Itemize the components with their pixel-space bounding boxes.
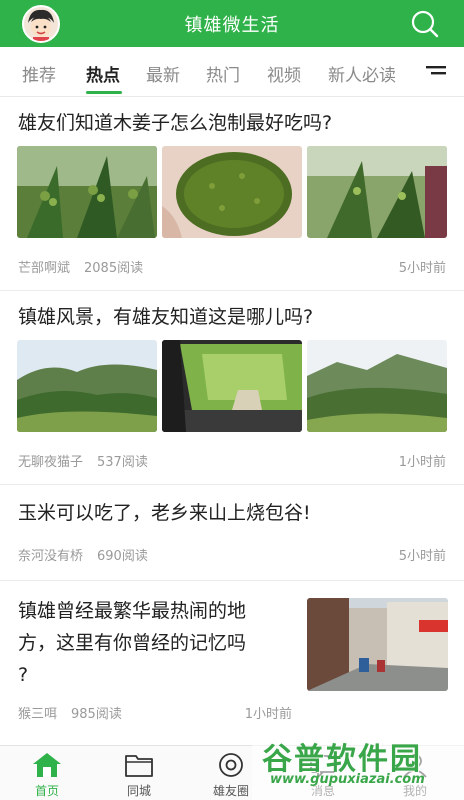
article-time: 1小时前	[244, 707, 292, 722]
nav-home[interactable]: 首页	[12, 752, 82, 799]
article-card[interactable]: 雄友们知道木姜子怎么泡制最好吃吗? 芒部啊斌 2085阅读 5小时前	[0, 97, 464, 291]
article-image[interactable]	[307, 340, 447, 432]
article-meta: 芒部啊斌 2085阅读 5小时前	[18, 257, 446, 276]
article-time: 5小时前	[398, 549, 446, 564]
nav-label: 同城	[126, 784, 151, 798]
watermark-url: www.gupuxiazai.com	[270, 772, 425, 787]
article-meta: 奈河没有桥 690阅读 5小时前	[18, 545, 446, 564]
article-image[interactable]	[307, 598, 448, 691]
article-thumbnails	[17, 146, 448, 238]
search-icon[interactable]	[410, 9, 440, 39]
article-view-count: 985阅读	[71, 707, 122, 722]
tab-newcomer-guide[interactable]: 新人必读	[328, 61, 396, 86]
tab-recommend[interactable]: 推荐	[22, 61, 56, 86]
tab-latest[interactable]: 最新	[146, 61, 180, 86]
article-author: 芒部啊斌	[18, 261, 71, 276]
article-time: 1小时前	[398, 455, 446, 470]
article-title[interactable]: 镇雄曾经最繁华最热闹的地 方，这里有你曾经的记忆吗 ?	[18, 595, 284, 691]
home-icon	[33, 753, 61, 777]
tab-hot-topics[interactable]: 热点	[86, 61, 120, 86]
app-title: 镇雄微生活	[184, 15, 280, 36]
app-header: 镇雄微生活	[0, 0, 464, 47]
article-time: 5小时前	[398, 261, 446, 276]
article-view-count: 2085阅读	[84, 261, 144, 276]
article-image[interactable]	[162, 340, 302, 432]
article-view-count: 537阅读	[97, 455, 148, 470]
article-image[interactable]	[17, 146, 157, 238]
article-title[interactable]: 雄友们知道木姜子怎么泡制最好吃吗?	[18, 107, 446, 139]
article-image[interactable]	[17, 340, 157, 432]
watermark: 谷普软件园 www.gupuxiazai.com	[252, 728, 464, 800]
folder-icon	[125, 755, 153, 777]
article-meta: 无聊夜猫子 537阅读 1小时前	[18, 451, 446, 470]
article-card[interactable]: 镇雄风景，有雄友知道这是哪儿吗? 无聊夜猫子 537阅读 1小时前	[0, 291, 464, 485]
tab-video[interactable]: 视频	[267, 61, 301, 86]
tabs-menu-icon[interactable]	[426, 65, 446, 79]
article-author: 猴三咡	[18, 707, 58, 722]
article-image[interactable]	[162, 146, 302, 238]
nav-local[interactable]: 同城	[104, 752, 174, 799]
active-tab-indicator	[86, 91, 122, 94]
article-author: 奈河没有桥	[18, 549, 84, 564]
article-meta: 猴三咡 985阅读 1小时前	[18, 703, 292, 722]
camera-circle-icon	[219, 753, 243, 777]
tab-popular[interactable]: 热门	[206, 61, 240, 86]
article-thumbnails	[17, 340, 448, 432]
nav-label: 首页	[34, 784, 59, 798]
article-card[interactable]: 玉米可以吃了，老乡来山上烧包谷! 奈河没有桥 690阅读 5小时前	[0, 485, 464, 581]
category-tabs: 推荐 热点 最新 热门 视频 新人必读	[0, 47, 464, 97]
article-author: 无聊夜猫子	[18, 455, 84, 470]
article-view-count: 690阅读	[97, 549, 148, 564]
article-image[interactable]	[307, 146, 447, 238]
article-title[interactable]: 玉米可以吃了，老乡来山上烧包谷!	[18, 497, 446, 529]
article-title[interactable]: 镇雄风景，有雄友知道这是哪儿吗?	[18, 301, 446, 333]
article-card[interactable]: 镇雄曾经最繁华最热闹的地 方，这里有你曾经的记忆吗 ? 猴三咡 985阅读 1小时…	[0, 581, 464, 745]
